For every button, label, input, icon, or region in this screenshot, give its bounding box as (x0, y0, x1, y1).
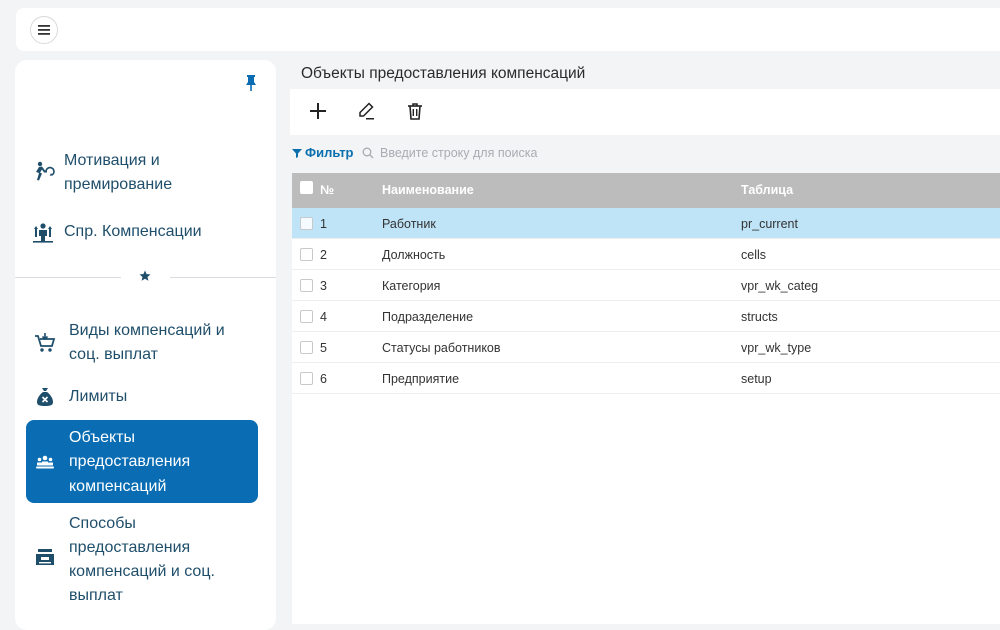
row-checkbox[interactable] (300, 372, 313, 385)
hamburger-icon (38, 25, 50, 35)
cell-num: 5 (320, 341, 327, 355)
sidebar-item-label: Лимиты (69, 388, 128, 405)
search-icon (362, 147, 374, 159)
sidebar-item-compensation-methods[interactable]: Способы предоставления компенсаций и соц… (15, 511, 276, 611)
toolbar (290, 89, 1000, 135)
cell-table: vpr_wk_type (741, 341, 812, 355)
edit-button[interactable] (354, 99, 378, 123)
sidebar-item-label: предоставления (69, 453, 191, 470)
sidebar-item-motivation[interactable]: Мотивация и премирование (15, 148, 276, 198)
sidebar-item-label: Виды компенсаций и (69, 322, 225, 339)
cell-num: 6 (320, 372, 327, 386)
table-row[interactable]: 1 Работник pr_current (292, 208, 1000, 239)
sidebar-divider (15, 277, 121, 278)
sidebar-item-label: Способы (69, 515, 136, 532)
table-row[interactable]: 2 Должность cells (292, 239, 1000, 270)
table-empty-area (292, 394, 1000, 624)
group-people-icon (33, 449, 57, 473)
sidebar-item-compensation-types[interactable]: Виды компенсаций и соц. выплат (15, 318, 276, 368)
cell-table: cells (741, 248, 767, 262)
row-checkbox[interactable] (300, 248, 313, 261)
cell-name: Предприятие (382, 372, 460, 386)
cart-icon (33, 331, 57, 355)
main-content: Объекты предоставления компенсаций Фильт… (290, 60, 1000, 624)
sidebar-item-label: компенсаций (69, 478, 167, 495)
filter-button[interactable]: Фильтр (292, 145, 354, 160)
cell-name: Должность (382, 248, 446, 262)
pencil-icon (359, 102, 374, 120)
sidebar-item-label: Мотивация и (64, 152, 160, 169)
cell-num: 2 (320, 248, 327, 262)
column-header-num[interactable]: № (320, 183, 334, 197)
sidebar: Мотивация и премирование Спр. Компенсаци… (15, 60, 276, 630)
cell-num: 1 (320, 217, 327, 231)
table-row[interactable]: 3 Категория vpr_wk_categ (292, 270, 1000, 301)
sidebar-item-label: предоставления (69, 539, 191, 556)
money-bag-icon (33, 385, 57, 409)
cash-register-icon (33, 545, 57, 569)
add-button[interactable] (306, 99, 330, 123)
sidebar-item-label: компенсаций и соц. (69, 563, 215, 580)
select-all-checkbox[interactable] (300, 181, 313, 194)
sidebar-item-label: Спр. Компенсации (64, 223, 202, 240)
top-bar (16, 8, 1000, 51)
page-title: Объекты предоставления компенсаций (301, 65, 586, 82)
cell-num: 4 (320, 310, 327, 324)
row-checkbox[interactable] (300, 217, 313, 230)
hamburger-menu-button[interactable] (30, 16, 58, 44)
trash-icon (408, 103, 422, 120)
sidebar-item-compensation-objects[interactable]: Объекты предоставления компенсаций (26, 420, 258, 503)
sidebar-item-label: Объекты (69, 429, 135, 446)
cell-name: Работник (382, 217, 436, 231)
row-checkbox[interactable] (300, 279, 313, 292)
cell-table: setup (741, 372, 772, 386)
row-checkbox[interactable] (300, 310, 313, 323)
delete-button[interactable] (403, 99, 427, 123)
table-row[interactable]: 6 Предприятие setup (292, 363, 1000, 394)
search-input[interactable] (380, 146, 610, 160)
data-table: № Наименование Таблица 1 Работник pr_cur… (292, 173, 1000, 624)
table-header: № Наименование Таблица (292, 173, 1000, 208)
pin-icon[interactable] (243, 74, 259, 92)
cell-name: Категория (382, 279, 441, 293)
sidebar-item-label: соц. выплат (69, 346, 159, 363)
cell-num: 3 (320, 279, 327, 293)
cell-table: pr_current (741, 217, 798, 231)
sidebar-item-compensation-ref[interactable]: Спр. Компенсации (15, 219, 276, 245)
search-box[interactable] (362, 143, 622, 163)
sidebar-item-limits[interactable]: Лимиты (15, 384, 276, 410)
cell-table: vpr_wk_categ (741, 279, 819, 293)
table-row[interactable]: 4 Подразделение structs (292, 301, 1000, 332)
cell-name: Подразделение (382, 310, 474, 324)
filter-row: Фильтр (290, 135, 1000, 171)
favorites-star-icon (136, 267, 154, 285)
funnel-icon (292, 148, 302, 158)
compensation-person-icon (31, 220, 55, 244)
cell-table: structs (741, 310, 778, 324)
cell-name: Статусы работников (382, 341, 501, 355)
row-checkbox[interactable] (300, 341, 313, 354)
column-header-table[interactable]: Таблица (741, 183, 793, 197)
filter-label: Фильтр (305, 145, 354, 160)
column-header-name[interactable]: Наименование (382, 183, 474, 197)
table-row[interactable]: 5 Статусы работников vpr_wk_type (292, 332, 1000, 363)
motivation-run-icon (31, 160, 55, 184)
sidebar-item-label: выплат (69, 587, 123, 604)
sidebar-divider (170, 277, 276, 278)
plus-icon (310, 103, 326, 119)
sidebar-item-label: премирование (64, 176, 173, 193)
